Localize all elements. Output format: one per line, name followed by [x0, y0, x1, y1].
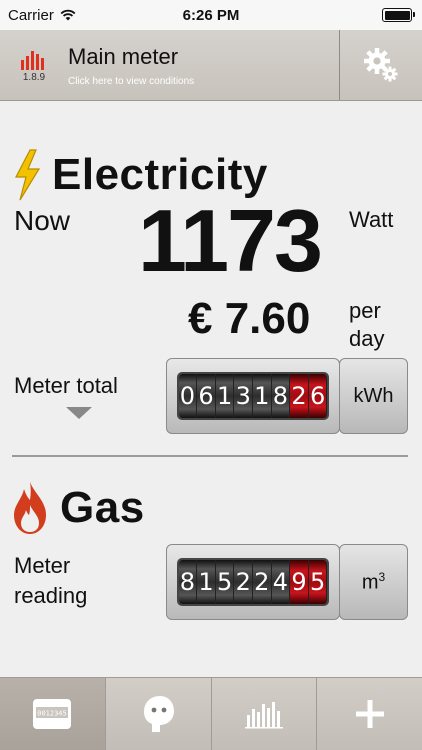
gas-unit-base: m: [361, 571, 379, 594]
header-text: Main meter Click here to view conditions: [68, 44, 194, 87]
meter-reading-label: Meter reading: [14, 551, 87, 610]
power-unit: Watt: [349, 207, 394, 232]
plug-icon: [144, 696, 175, 732]
odometer-digit: 5: [215, 560, 235, 604]
bar-chart-icon: [244, 702, 283, 729]
gas-unit-sup: 3: [378, 569, 386, 584]
gas-unit: m3: [362, 570, 385, 595]
gears-icon: [364, 48, 398, 82]
meter-total-label[interactable]: Meter total: [14, 373, 118, 399]
electricity-unit-button[interactable]: kWh: [339, 358, 408, 434]
wifi-icon: [60, 9, 76, 21]
odometer-digit: 9: [290, 560, 309, 604]
add-icon: [355, 700, 384, 728]
cost-unit: per day: [349, 297, 384, 352]
odometer-digit: 3: [234, 374, 253, 418]
cost-value: € 7.60: [188, 294, 311, 343]
meter-title: Main meter: [68, 43, 179, 69]
odometer-digit: 6: [197, 374, 216, 418]
main-content: Electricity Now 1173 Watt € 7.60 per day…: [0, 101, 422, 677]
odometer-digit: 2: [290, 374, 309, 418]
cost-unit-day: day: [349, 325, 385, 351]
odometer-digit: 2: [234, 560, 253, 604]
cost-unit-per: per: [349, 298, 381, 323]
section-divider: [12, 455, 408, 457]
odometer-digit: 6: [308, 374, 328, 418]
odometer-digit: 8: [271, 374, 291, 418]
gas-heading: Gas: [12, 481, 145, 535]
conditions-link[interactable]: Click here to view conditions: [68, 76, 194, 87]
status-left: Carrier: [8, 7, 76, 24]
electricity-unit: kWh: [353, 384, 394, 407]
odometer-digit: 8: [178, 560, 198, 604]
tab-devices[interactable]: [106, 678, 212, 750]
tab-add[interactable]: [317, 678, 422, 750]
meter-display-icon: 0012345: [33, 699, 72, 729]
status-bar: Carrier 6:26 PM: [0, 0, 422, 30]
odometer-digit: 1: [197, 560, 216, 604]
settings-button[interactable]: [339, 30, 422, 100]
gas-unit-button[interactable]: m3: [339, 544, 408, 620]
meter-selector[interactable]: 1.8.9 Main meter Click here to view cond…: [0, 30, 339, 100]
tab-meters[interactable]: 0012345: [0, 678, 106, 750]
meter-badge: 1.8.9: [14, 48, 54, 83]
odometer-digit: 1: [215, 374, 235, 418]
meter-reading-line2: reading: [14, 582, 88, 608]
gas-odometer-digits: 81522495: [178, 560, 328, 604]
gas-odometer: 81522495: [166, 544, 340, 620]
tab-bar: 0012345: [0, 677, 422, 750]
odometer-digit: 0: [178, 374, 198, 418]
tab-statistics[interactable]: [212, 678, 318, 750]
flame-icon: [14, 482, 46, 534]
meter-code: 1.8.9: [22, 71, 46, 83]
gas-title: Gas: [60, 483, 145, 532]
odometer-digit: 1: [253, 374, 272, 418]
odometer-digit: 5: [308, 560, 328, 604]
odometer-digit: 4: [271, 560, 291, 604]
meter-reading-line1: Meter: [14, 553, 71, 578]
meter-bars-icon: [21, 50, 44, 70]
electricity-odometer: 06131826: [166, 358, 340, 434]
lightning-icon: [15, 149, 41, 201]
meter-header[interactable]: 1.8.9 Main meter Click here to view cond…: [0, 30, 422, 101]
now-label: Now: [14, 205, 71, 236]
electricity-odometer-digits: 06131826: [178, 374, 328, 418]
battery-icon: [382, 8, 415, 22]
odometer-digit: 2: [253, 560, 272, 604]
carrier-label: Carrier: [8, 6, 54, 24]
chevron-down-icon[interactable]: [66, 407, 92, 419]
meter-display-text: 0012345: [38, 710, 68, 718]
power-value: 1173: [138, 191, 323, 290]
